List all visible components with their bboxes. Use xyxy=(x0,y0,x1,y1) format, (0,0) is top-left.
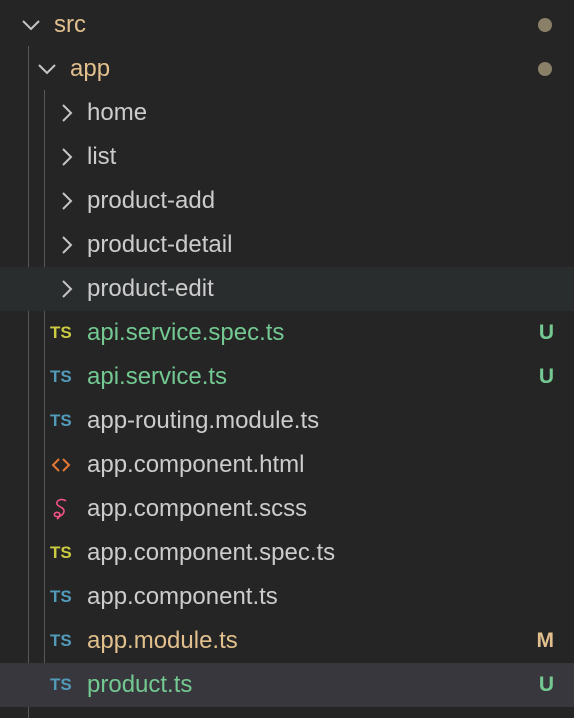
folder-home[interactable]: home xyxy=(0,91,574,135)
chevron-right-icon xyxy=(56,102,78,124)
folder-product-edit[interactable]: product-edit xyxy=(0,267,574,311)
file-label: app.component.html xyxy=(87,451,305,478)
git-status-badge: M xyxy=(536,629,555,652)
file-label: app-routing.module.ts xyxy=(87,407,320,434)
chevron-down-icon xyxy=(36,58,58,80)
chevron-right-icon xyxy=(56,190,78,212)
folder-label: app xyxy=(70,55,111,82)
html-icon xyxy=(50,454,78,476)
folder-product-add[interactable]: product-add xyxy=(0,179,574,223)
file-api-service-spec-ts[interactable]: TS api.service.spec.ts U xyxy=(0,311,574,355)
file-label: product.ts xyxy=(87,671,193,698)
file-app-component-ts[interactable]: TS app.component.ts xyxy=(0,575,574,619)
folder-app[interactable]: app xyxy=(0,47,574,91)
ts-icon: TS xyxy=(50,675,72,694)
chevron-down-icon xyxy=(20,14,42,36)
git-status-badge: U xyxy=(538,673,554,696)
file-app-module-ts[interactable]: TS app.module.ts M xyxy=(0,619,574,663)
file-product-ts[interactable]: TS product.ts U xyxy=(0,663,574,707)
file-label: app.component.spec.ts xyxy=(87,539,336,566)
file-app-component-html[interactable]: app.component.html xyxy=(0,443,574,487)
folder-src[interactable]: src xyxy=(0,3,574,47)
chevron-right-icon xyxy=(56,234,78,256)
ts-spec-icon: TS xyxy=(50,323,72,342)
chevron-right-icon xyxy=(56,278,78,300)
chevron-right-icon xyxy=(56,146,78,168)
file-label: api.service.ts xyxy=(87,363,228,390)
ts-icon: TS xyxy=(50,411,72,430)
sass-icon xyxy=(50,497,78,521)
file-explorer-tree: src app home list product-add product-de… xyxy=(0,0,574,718)
file-label: app.component.ts xyxy=(87,583,278,610)
folder-product-detail[interactable]: product-detail xyxy=(0,223,574,267)
file-app-component-scss[interactable]: app.component.scss xyxy=(0,487,574,531)
ts-icon: TS xyxy=(50,367,72,386)
modified-dot-icon xyxy=(538,18,552,32)
git-status-badge: U xyxy=(538,321,554,344)
folder-label: product-detail xyxy=(87,231,233,258)
folder-label: list xyxy=(87,143,117,170)
ts-icon: TS xyxy=(50,587,72,606)
folder-label: home xyxy=(87,99,148,126)
file-app-component-spec-ts[interactable]: TS app.component.spec.ts xyxy=(0,531,574,575)
folder-label: product-edit xyxy=(87,275,214,302)
file-app-routing-module-ts[interactable]: TS app-routing.module.ts xyxy=(0,399,574,443)
folder-label: product-add xyxy=(87,187,216,214)
folder-label: src xyxy=(54,11,86,38)
file-api-service-ts[interactable]: TS api.service.ts U xyxy=(0,355,574,399)
ts-icon: TS xyxy=(50,631,72,650)
modified-dot-icon xyxy=(538,62,552,76)
file-label: api.service.spec.ts xyxy=(87,319,285,346)
git-status-badge: U xyxy=(538,365,554,388)
file-label: app.module.ts xyxy=(87,627,238,654)
folder-list[interactable]: list xyxy=(0,135,574,179)
file-label: app.component.scss xyxy=(87,495,308,522)
ts-spec-icon: TS xyxy=(50,543,72,562)
